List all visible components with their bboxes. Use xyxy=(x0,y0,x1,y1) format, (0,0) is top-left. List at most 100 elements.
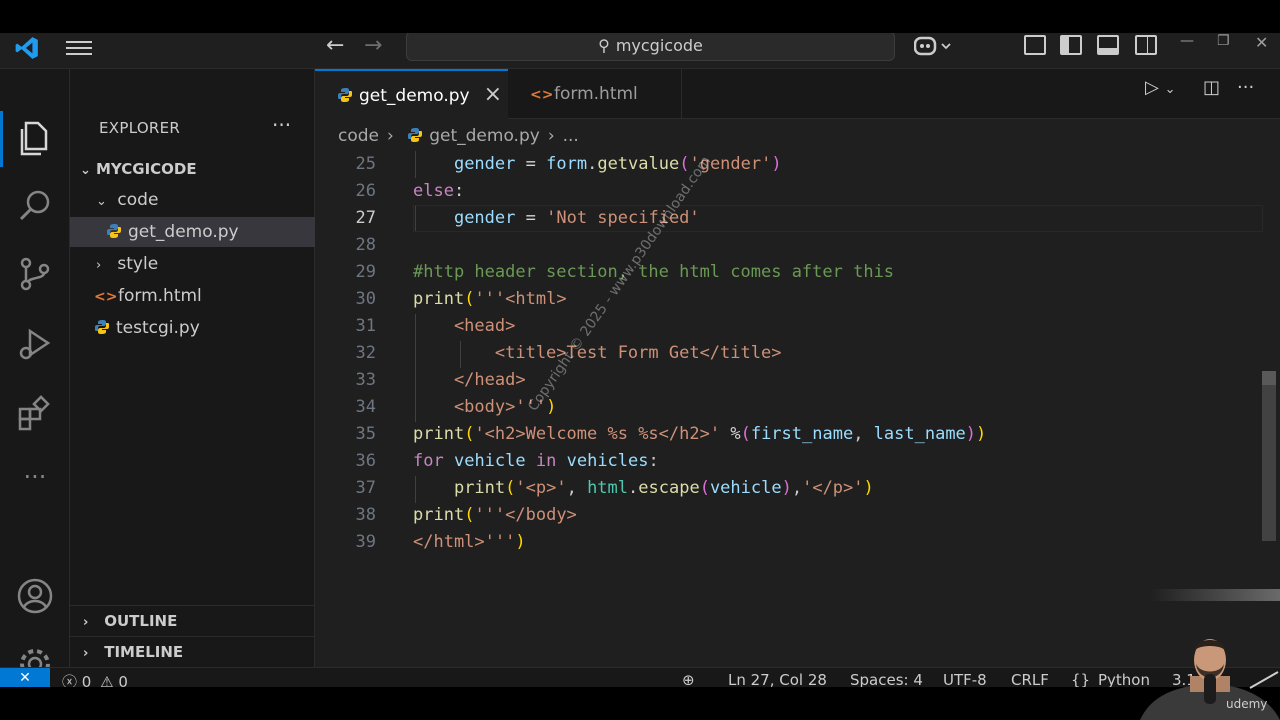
chevron-right-icon: › xyxy=(83,615,89,630)
run-python-icon[interactable]: ▷ ⌄ xyxy=(1145,77,1175,98)
outline-label: OUTLINE xyxy=(104,612,178,630)
encoding[interactable]: UTF-8 xyxy=(943,671,987,687)
tree-item-style[interactable]: › style xyxy=(70,249,315,279)
indentation[interactable]: Spaces: 4 xyxy=(850,671,923,687)
back-arrow-icon[interactable]: ← xyxy=(326,33,344,58)
vscode-window: ← → ⚲ mycgicode — ❐ ✕ ··· EXPLORER ··· ⌄ M… xyxy=(0,33,1280,687)
line-number: 36 xyxy=(355,451,376,471)
code-text: print('''<html> xyxy=(413,289,567,309)
code-line: 33 </head> xyxy=(315,367,1263,394)
folder-root-label: MYCGICODE xyxy=(96,160,197,178)
accounts-icon[interactable] xyxy=(16,577,54,615)
hamburger-menu-icon[interactable] xyxy=(66,37,92,57)
command-center-search[interactable]: ⚲ mycgicode xyxy=(406,33,895,61)
code-line: 25 gender = form.getvalue('gender') xyxy=(315,151,1263,178)
timeline-label: TIMELINE xyxy=(104,643,184,661)
scrollbar-cursor-marker xyxy=(1262,371,1276,385)
code-line: 27 gender = 'Not specified' xyxy=(315,205,1263,232)
search-icon[interactable] xyxy=(16,187,54,225)
code-line: 30 print('''<html> xyxy=(315,286,1263,313)
tree-item-label: style xyxy=(117,254,159,274)
close-window-icon[interactable]: ✕ xyxy=(1255,33,1268,52)
more-editor-actions-icon[interactable]: ··· xyxy=(1237,77,1254,98)
outline-section[interactable]: › OUTLINE xyxy=(70,605,315,636)
cursor-position[interactable]: Ln 27, Col 28 xyxy=(728,671,827,687)
toggle-panel-icon[interactable] xyxy=(1097,35,1119,55)
copilot-icon[interactable] xyxy=(913,35,954,61)
code-line: 31 <head> xyxy=(315,313,1263,340)
braces-icon: {} xyxy=(1071,671,1091,687)
restore-icon[interactable]: ❐ xyxy=(1217,33,1230,49)
end-of-line[interactable]: CRLF xyxy=(1011,671,1049,687)
tree-item-get-demo[interactable]: get_demo.py xyxy=(70,217,315,247)
timeline-section[interactable]: › TIMELINE xyxy=(70,636,315,667)
chevron-down-icon: ⌄ xyxy=(96,194,107,209)
editor-tabs: get_demo.py × <>form.html ▷ ⌄ ◫ ··· xyxy=(315,69,1280,119)
vertical-scrollbar[interactable] xyxy=(1262,371,1276,541)
code-line: 37 print('<p>', html.escape(vehicle),'</… xyxy=(315,475,1263,502)
breadcrumb-file[interactable]: get_demo.py xyxy=(429,126,540,146)
tree-item-label: code xyxy=(117,190,159,210)
breadcrumb-folder[interactable]: code xyxy=(338,126,379,146)
code-line: 28 xyxy=(315,232,1263,259)
code-text: print('''</body> xyxy=(413,505,577,525)
tree-item-code[interactable]: ⌄ code xyxy=(70,185,315,215)
more-actions-icon[interactable]: ··· xyxy=(272,113,291,137)
explorer-icon[interactable] xyxy=(16,119,54,157)
code-line: 32 <title>Test Form Get</title> xyxy=(315,340,1263,367)
forward-arrow-icon[interactable]: → xyxy=(364,33,382,58)
line-number: 34 xyxy=(355,397,376,417)
line-number: 31 xyxy=(355,316,376,336)
tree-item-form-html[interactable]: <>form.html xyxy=(70,281,315,311)
python-file-icon xyxy=(107,224,121,238)
code-text: print('<p>', html.escape(vehicle),'</p>'… xyxy=(453,478,874,498)
vscode-logo-icon xyxy=(15,37,38,59)
extensions-icon[interactable] xyxy=(16,395,54,433)
html-file-icon: <> xyxy=(94,289,118,305)
code-text: #http header section, the html comes aft… xyxy=(413,262,895,282)
chevron-down-icon: ⌄ xyxy=(80,163,91,178)
python-file-icon xyxy=(95,320,109,334)
code-editor[interactable]: 25 gender = form.getvalue('gender') 26 el… xyxy=(315,151,1263,667)
tab-label: get_demo.py xyxy=(359,86,470,106)
error-count: 0 xyxy=(81,673,92,687)
toggle-secondary-sidebar-icon[interactable] xyxy=(1135,35,1157,55)
customize-layout-icon[interactable] xyxy=(1024,35,1046,55)
line-number: 39 xyxy=(355,532,376,552)
chevron-right-icon: › xyxy=(387,126,394,146)
error-icon: ⓧ xyxy=(62,673,78,687)
code-text: <title>Test Form Get</title> xyxy=(413,343,782,363)
search-label: mycgicode xyxy=(615,36,703,55)
split-editor-icon[interactable]: ◫ xyxy=(1203,77,1220,98)
tree-item-testcgi[interactable]: testcgi.py xyxy=(70,313,315,343)
video-frame: ← → ⚲ mycgicode — ❐ ✕ ··· EXPLORER ··· ⌄ M… xyxy=(0,0,1280,720)
line-number: 29 xyxy=(355,262,376,282)
remote-indicator-icon[interactable]: ✕ xyxy=(0,668,50,687)
breadcrumb-more[interactable]: ... xyxy=(563,126,579,146)
source-control-icon[interactable] xyxy=(16,255,54,293)
warning-icon: ⚠ xyxy=(100,673,114,687)
folder-root[interactable]: ⌄ MYCGICODE xyxy=(70,154,315,184)
tab-get-demo[interactable]: get_demo.py × xyxy=(315,69,508,119)
zoom-icon[interactable]: ⊕ xyxy=(682,671,695,687)
code-line: 35 print('<h2>Welcome %s %s</h2>' %(first… xyxy=(315,421,1263,448)
code-line: 36 for vehicle in vehicles: xyxy=(315,448,1263,475)
minimize-icon[interactable]: — xyxy=(1180,33,1194,49)
more-views-icon[interactable]: ··· xyxy=(16,463,54,501)
tree-item-label: form.html xyxy=(118,286,202,306)
breadcrumb: code › get_demo.py ›... xyxy=(338,121,579,151)
warning-count: 0 xyxy=(118,673,128,687)
line-number: 37 xyxy=(355,478,376,498)
code-text: <head> xyxy=(413,316,516,336)
title-bar: ← → ⚲ mycgicode — ❐ ✕ xyxy=(0,33,1280,69)
code-line: 38 print('''</body> xyxy=(315,502,1263,529)
tab-form-html[interactable]: <>form.html xyxy=(508,69,682,119)
problems-indicator[interactable]: ⓧ 0 ⚠ 0 xyxy=(62,671,128,687)
run-debug-icon[interactable] xyxy=(16,325,54,363)
explorer-sidebar: EXPLORER ··· ⌄ MYCGICODE ⌄ code get_demo.… xyxy=(70,69,315,667)
line-number: 38 xyxy=(355,505,376,525)
line-number: 35 xyxy=(355,424,376,444)
status-bar: ✕ ⓧ 0 ⚠ 0 ⊕ Ln 27, Col 28 Spaces: 4 UTF-… xyxy=(0,667,1280,687)
toggle-primary-sidebar-icon[interactable] xyxy=(1060,35,1082,55)
close-tab-icon[interactable]: × xyxy=(484,71,502,119)
